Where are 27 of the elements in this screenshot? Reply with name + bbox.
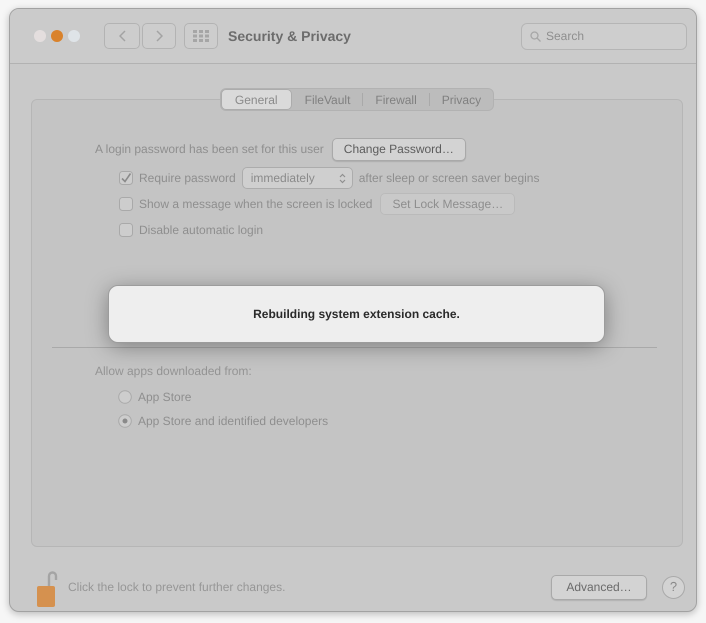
tab[interactable]: Privacy: [430, 89, 494, 110]
dropdown[interactable]: immediately: [242, 167, 353, 189]
help-button[interactable]: ?: [662, 576, 685, 598]
radio-button[interactable]: [118, 414, 132, 428]
grid-icon: [193, 30, 209, 42]
show-all-button[interactable]: [184, 23, 218, 49]
dialog-message: Rebuilding system extension cache.: [253, 306, 460, 323]
search-icon: [530, 30, 541, 42]
minimize-button[interactable]: [51, 30, 63, 42]
tab[interactable]: FileVault: [292, 89, 362, 110]
forward-button[interactable]: [142, 23, 176, 49]
back-button[interactable]: [104, 23, 140, 49]
chevron-right-icon: [156, 30, 162, 42]
close-button[interactable]: [34, 30, 46, 42]
change-password-button[interactable]: Change Password…: [332, 138, 466, 160]
zoom-button[interactable]: [68, 30, 80, 42]
checkbox[interactable]: [119, 171, 133, 185]
window-title: Security & Privacy: [228, 26, 351, 46]
radio-button[interactable]: [118, 390, 132, 404]
advanced-button[interactable]: Advanced…: [551, 574, 647, 600]
search-field[interactable]: Search: [521, 22, 687, 50]
chevron-left-icon: [118, 30, 126, 42]
checkbox[interactable]: [119, 197, 133, 211]
checkbox[interactable]: [119, 223, 133, 237]
tab[interactable]: General: [220, 89, 292, 110]
tab[interactable]: Firewall: [363, 89, 429, 110]
up-down-chevron-icon: [338, 172, 346, 184]
